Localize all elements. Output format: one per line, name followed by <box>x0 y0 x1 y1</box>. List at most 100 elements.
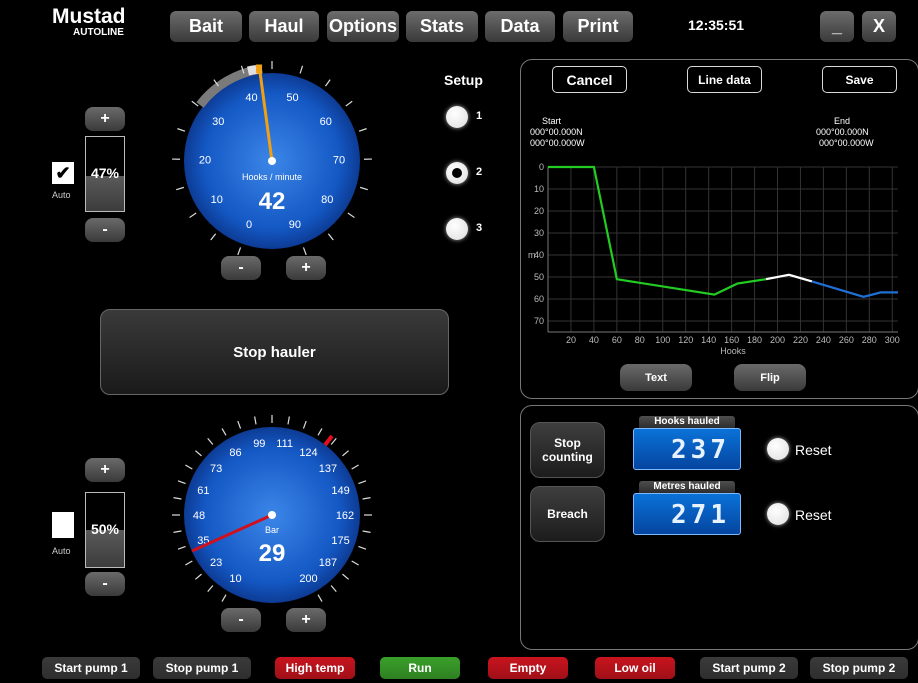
menu-haul[interactable]: Haul <box>249 11 319 42</box>
run-indicator: Run <box>380 657 460 679</box>
pressure-gauge-tick <box>254 416 257 425</box>
pressure-gauge-tick-label: 162 <box>336 510 354 522</box>
setup-label-2: 2 <box>476 166 483 178</box>
hooks-gauge-tick <box>358 128 367 132</box>
pressure-gauge-tick-label: 200 <box>299 573 317 585</box>
hooks-gauge-tick <box>359 186 368 191</box>
chart-x-tick: 220 <box>793 335 808 345</box>
pressure-gauge-tick <box>351 464 359 470</box>
hooks-gauge-tick <box>210 233 217 241</box>
pressure-gauge-tick <box>237 420 242 429</box>
gauge1-minus-button[interactable]: - <box>221 256 261 280</box>
chart-x-tick: 40 <box>589 335 599 345</box>
chart-y-label: m <box>528 250 536 260</box>
setup-radio-3[interactable] <box>446 218 468 240</box>
pressure-gauge-tick <box>362 497 371 500</box>
level1-auto-checkbox[interactable]: ✔ <box>52 162 74 184</box>
start-label: Start <box>542 116 562 126</box>
level1-minus-button[interactable]: - <box>85 218 125 242</box>
hooks-gauge-tick <box>176 186 185 191</box>
level1-percent: 47% <box>90 165 120 181</box>
pressure-gauge-tick <box>207 438 214 445</box>
pressure-gauge-tick <box>185 464 193 470</box>
hooks-gauge-label: Hooks / minute <box>241 172 303 182</box>
stop-counting-button[interactable]: Stop counting <box>530 422 605 478</box>
reset-hooks-radio[interactable] <box>767 438 789 460</box>
hooks-gauge-tick-label: 0 <box>246 219 252 231</box>
gauge1-plus-button[interactable]: + <box>286 256 326 280</box>
stop-pump-2-button[interactable]: Stop pump 2 <box>810 657 908 679</box>
chart-x-tick: 180 <box>747 335 762 345</box>
pressure-gauge-value: 29 <box>258 540 286 567</box>
pressure-gauge-tick <box>287 416 290 425</box>
chart-x-tick: 160 <box>724 335 739 345</box>
pressure-gauge-tick <box>358 480 367 485</box>
pressure-gauge-tick <box>342 450 349 457</box>
level1-fill <box>86 176 124 211</box>
hooks-gauge-tick-label: 10 <box>211 194 223 206</box>
pressure-gauge-tick-label: 175 <box>331 535 349 547</box>
metres-hauled-display: 271 <box>633 493 741 535</box>
save-button[interactable]: Save <box>822 66 897 93</box>
hooks-gauge-value: 42 <box>258 188 286 215</box>
pressure-gauge-tick-label: 48 <box>193 510 205 522</box>
menu-bait[interactable]: Bait <box>170 11 242 42</box>
pressure-gauge-tick <box>302 420 307 429</box>
pressure-gauge-tick <box>330 585 337 592</box>
close-button[interactable]: X <box>862 11 896 42</box>
pressure-gauge-tick <box>221 428 227 436</box>
level2-indicator: 50% <box>85 492 125 568</box>
hooks-gauge-tick-label: 40 <box>245 92 257 104</box>
pressure-gauge-tick-label: 137 <box>319 463 337 475</box>
pressure-gauge-tick <box>351 560 359 566</box>
level2-plus-button[interactable]: + <box>85 458 125 482</box>
pressure-gauge-label: Bar <box>264 525 279 535</box>
level2-auto-checkbox[interactable] <box>52 512 74 538</box>
level2-minus-button[interactable]: - <box>85 572 125 596</box>
chart-x-tick: 60 <box>612 335 622 345</box>
reset-metres-radio[interactable] <box>767 503 789 525</box>
menu-print[interactable]: Print <box>563 11 633 42</box>
pressure-gauge-tick <box>317 594 323 602</box>
text-button[interactable]: Text <box>620 364 692 391</box>
flip-button[interactable]: Flip <box>734 364 806 391</box>
chart-y-tick: 60 <box>534 294 544 304</box>
hooks-gauge-tick-label: 60 <box>320 116 332 128</box>
pressure-gauge-tick-label: 111 <box>276 438 293 450</box>
pressure-gauge-tick <box>177 545 186 550</box>
reset-hooks-label: Reset <box>795 442 832 458</box>
cancel-button[interactable]: Cancel <box>552 66 627 93</box>
reset-metres-label: Reset <box>795 507 832 523</box>
chart-x-tick: 300 <box>885 335 900 345</box>
level1-plus-button[interactable]: + <box>85 107 125 131</box>
minimize-button[interactable]: _ <box>820 11 854 42</box>
start-pump-2-button[interactable]: Start pump 2 <box>700 657 798 679</box>
menu-options[interactable]: Options <box>327 11 399 42</box>
chart-y-tick: 30 <box>534 228 544 238</box>
hooks-gauge-tick-label: 90 <box>289 219 301 231</box>
start-pump-1-button[interactable]: Start pump 1 <box>42 657 140 679</box>
high-temp-indicator: High temp <box>275 657 355 679</box>
menu-data[interactable]: Data <box>485 11 555 42</box>
gauge2-plus-button[interactable]: + <box>286 608 326 632</box>
pressure-gauge-tick <box>195 573 202 580</box>
end-label: End <box>834 116 851 126</box>
hooks-gauge-tick <box>299 65 304 74</box>
low-oil-indicator: Low oil <box>595 657 675 679</box>
gauge2-minus-button[interactable]: - <box>221 608 261 632</box>
setup-radio-2[interactable] <box>446 162 468 184</box>
stop-hauler-button[interactable]: Stop hauler <box>100 309 449 395</box>
pressure-gauge-tick <box>177 480 186 485</box>
setup-radio-1[interactable] <box>446 106 468 128</box>
line-data-button[interactable]: Line data <box>687 66 762 93</box>
menu-stats[interactable]: Stats <box>406 11 478 42</box>
hooks-gauge: 0 10 20 30 40 50 60 70 80 90 <box>172 61 372 256</box>
pressure-gauge-tick-label: 61 <box>197 485 209 497</box>
stop-pump-1-button[interactable]: Stop pump 1 <box>153 657 251 679</box>
chart-x-tick: 120 <box>678 335 693 345</box>
clock: 12:35:51 <box>688 17 745 33</box>
pressure-gauge-tick-label: 23 <box>210 557 222 569</box>
breach-button[interactable]: Breach <box>530 486 605 542</box>
hooks-gauge-tick-label: 70 <box>333 155 345 167</box>
depth-profile-chart: 20 40 60 80 100 120 140 160 180 200 220 240 260 280 30… <box>528 162 900 356</box>
